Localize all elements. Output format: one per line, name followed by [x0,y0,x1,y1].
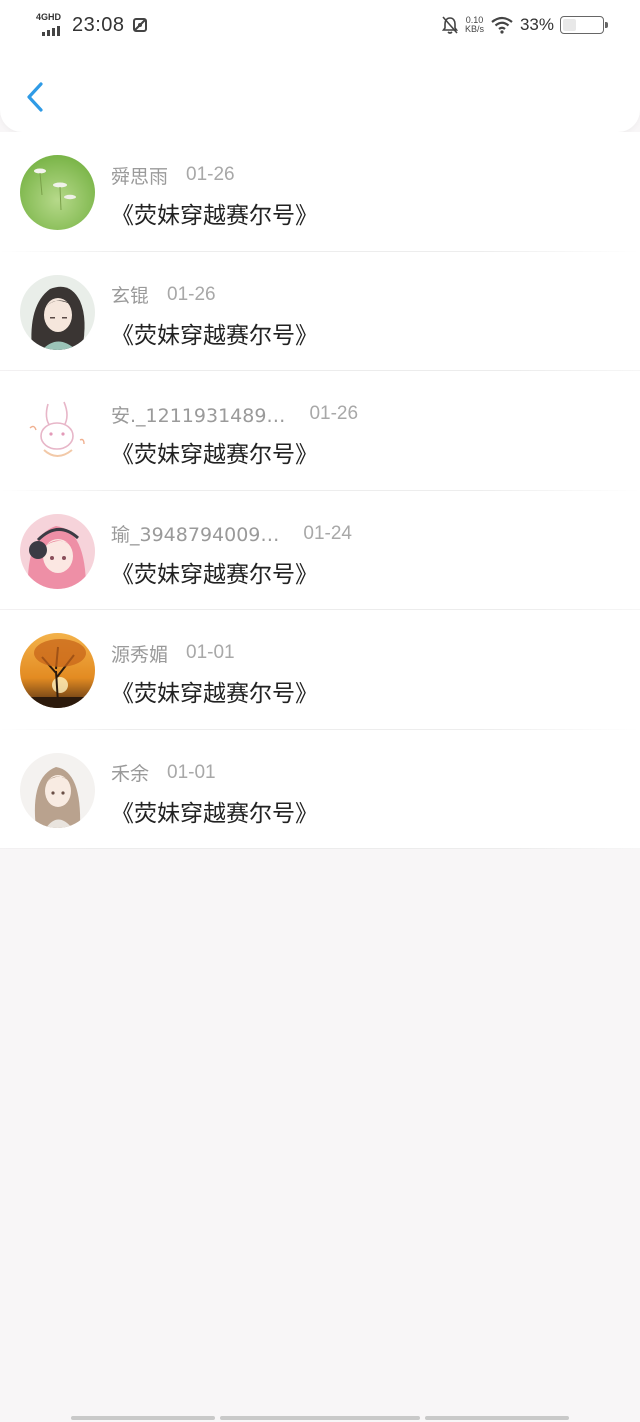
status-time: 23:08 [72,13,125,36]
sender-name: 舜思雨 [111,165,169,188]
status-bar: 4GHD 23:08 0.10 KB/s 33% [0,0,640,50]
list-item[interactable]: 源秀媚 01-01 《荧妹穿越赛尔号》 [0,610,640,730]
message-date: 01-26 [167,283,216,305]
navigation-gesture-bar [0,1414,640,1422]
list-item[interactable]: 舜思雨 01-26 《荧妹穿越赛尔号》 [0,132,640,252]
message-date: 01-01 [186,642,235,663]
avatar[interactable] [20,513,95,589]
battery-level-fill [563,19,576,31]
sender-name: 瑜_3948794009… [111,524,280,546]
screenshot-icon [132,18,147,32]
cellular-signal-icon: 4GHD [36,12,66,38]
message-date: 01-24 [303,522,352,544]
message-title: 《荧妹穿越赛尔号》 [111,681,318,707]
top-bar: 4GHD 23:08 0.10 KB/s 33% [0,0,640,132]
message-date: 01-01 [167,761,216,783]
gesture-bar-left[interactable] [71,1416,215,1420]
battery-icon [560,16,608,34]
message-title: 《荧妹穿越赛尔号》 [111,800,318,827]
gesture-bar-center[interactable] [220,1416,420,1420]
gesture-bar-right[interactable] [425,1416,569,1420]
autumn-tree-avatar-icon [20,633,95,708]
network-type-label: 4GHD [36,12,62,22]
anime-girl-dark-hair-avatar-icon [20,274,95,350]
avatar[interactable] [20,752,95,828]
battery-percent: 33% [519,15,554,34]
anime-girl-headphones-avatar-icon [20,513,95,589]
message-title: 《荧妹穿越赛尔号》 [111,442,318,468]
flower-field-avatar-icon [20,155,95,230]
bunny-sketch-avatar-icon [20,394,95,469]
list-item[interactable]: 玄锟 01-26 《荧妹穿越赛尔号》 [0,252,640,371]
avatar[interactable] [20,155,95,230]
sender-name: 禾余 [111,763,150,785]
list-item[interactable]: 瑜_3948794009… 01-24 《荧妹穿越赛尔号》 [0,491,640,610]
back-arrow-icon[interactable] [22,78,50,116]
message-date: 01-26 [309,403,359,424]
message-title: 《荧妹穿越赛尔号》 [111,561,318,588]
avatar[interactable] [20,394,95,469]
sender-name: 安._1211931489… [111,404,286,427]
anime-girl-long-hair-avatar-icon [20,752,95,828]
avatar[interactable] [20,274,95,350]
avatar[interactable] [20,633,95,708]
list-item[interactable]: 安._1211931489… 01-26 《荧妹穿越赛尔号》 [0,371,640,491]
network-speed: 0.10 KB/s [465,16,484,34]
notifications-off-icon [441,16,459,34]
wifi-icon [491,16,513,34]
divider [0,848,640,849]
message-date: 01-26 [186,164,235,185]
sender-name: 玄锟 [111,285,150,307]
message-title: 《荧妹穿越赛尔号》 [111,322,318,349]
sender-name: 源秀媚 [111,643,169,666]
list-item[interactable]: 禾余 01-01 《荧妹穿越赛尔号》 [0,730,640,849]
speed-unit: KB/s [464,24,484,34]
message-title: 《荧妹穿越赛尔号》 [111,203,318,229]
message-list: 舜思雨 01-26 《荧妹穿越赛尔号》 玄锟 01-26 《荧妹穿越赛尔号》 安… [0,132,640,849]
